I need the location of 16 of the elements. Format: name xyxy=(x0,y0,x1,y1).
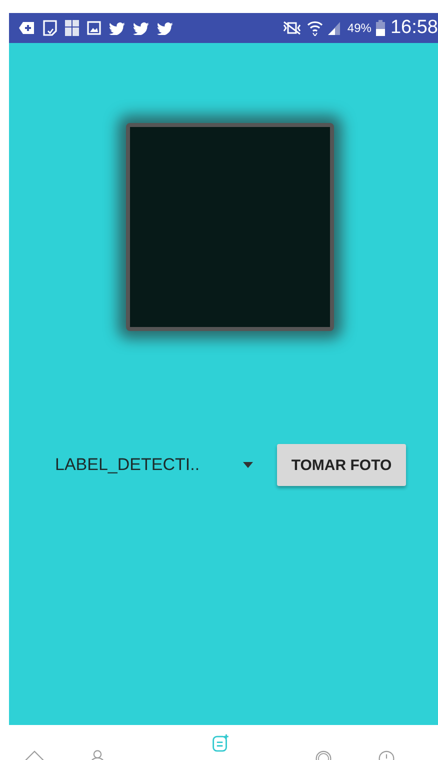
bird-icon xyxy=(109,21,125,35)
dropdown[interactable]: LABEL_DETECTI.. xyxy=(55,445,269,485)
signal-icon xyxy=(328,21,342,35)
grid-image-icon xyxy=(65,20,79,36)
wifi-icon xyxy=(307,20,324,36)
battery-percent: 49% xyxy=(347,21,372,35)
take-photo-button[interactable]: TOMAR FOTO xyxy=(277,444,406,486)
plus-tag-icon xyxy=(19,21,35,35)
image-icon xyxy=(87,21,101,35)
tablet-check-icon xyxy=(43,20,57,36)
clock-time: 16:58 xyxy=(390,17,438,39)
bird-icon xyxy=(157,21,173,35)
vibrate-off-icon xyxy=(282,21,302,35)
battery-icon xyxy=(376,20,386,36)
bird-icon xyxy=(133,21,149,35)
caret-icon xyxy=(243,462,253,468)
